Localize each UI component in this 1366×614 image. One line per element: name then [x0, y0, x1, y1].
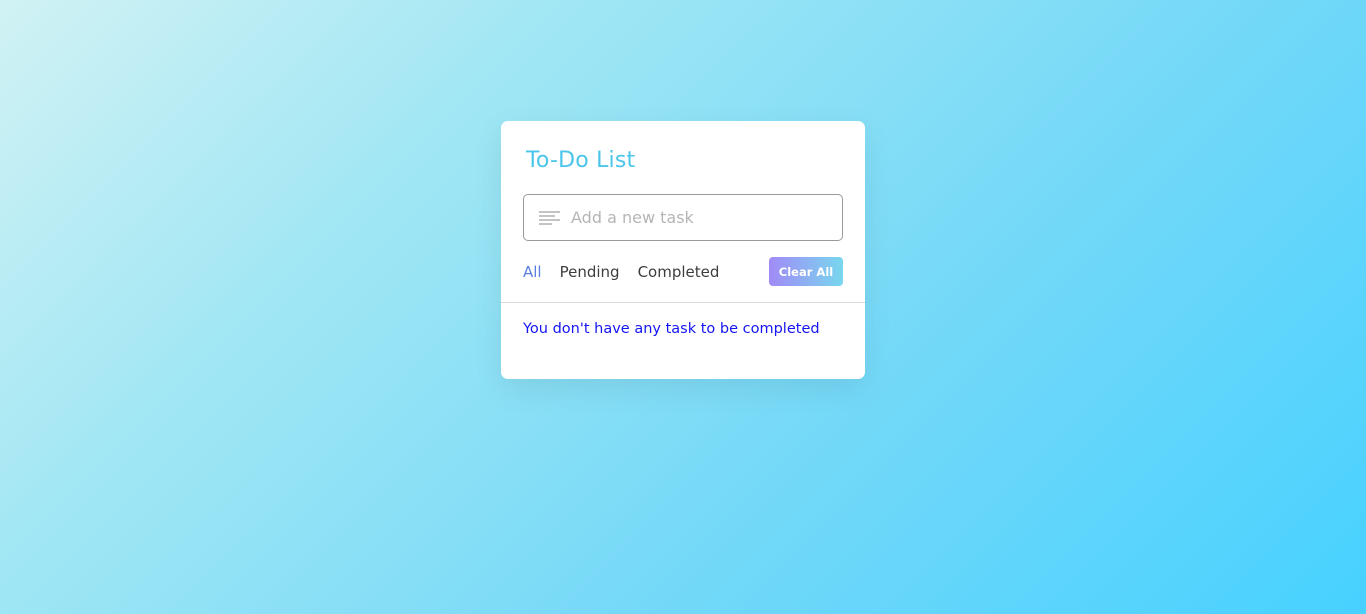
clear-all-button[interactable]: Clear All — [769, 257, 843, 286]
filter-tabs: All Pending Completed — [523, 260, 719, 284]
empty-task-message: You don't have any task to be completed — [523, 321, 820, 337]
filter-pending[interactable]: Pending — [560, 260, 620, 284]
task-input[interactable] — [571, 195, 831, 240]
app-title: To-Do List — [526, 148, 636, 173]
filter-all[interactable]: All — [523, 260, 542, 284]
todo-card: To-Do List All Pending Completed Clear A… — [501, 121, 865, 379]
divider — [501, 302, 865, 303]
task-input-container[interactable] — [523, 194, 843, 241]
lines-icon — [539, 210, 560, 226]
filter-completed[interactable]: Completed — [638, 260, 720, 284]
